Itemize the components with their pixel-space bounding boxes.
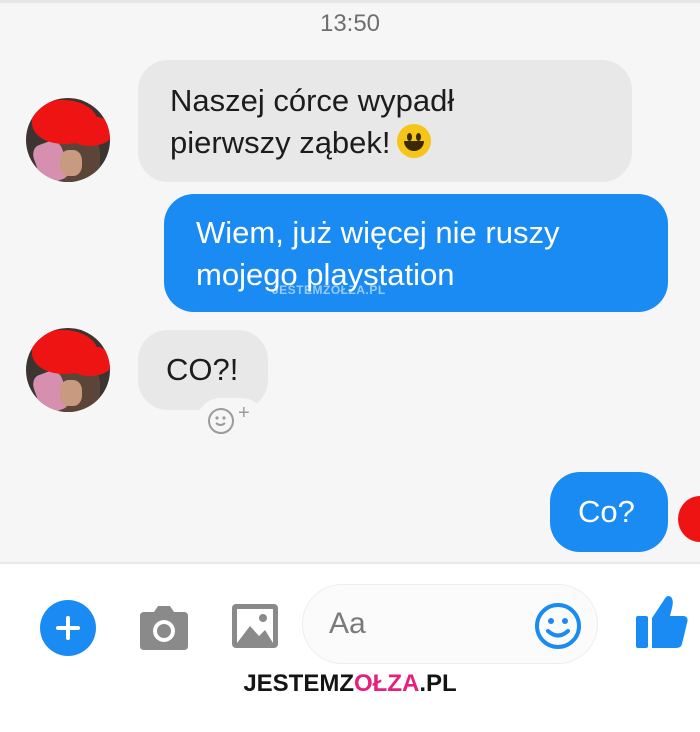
top-divider xyxy=(0,0,700,3)
message-line: Wiem, już więcej nie ruszy xyxy=(196,215,560,250)
seen-avatar xyxy=(678,496,700,542)
camera-icon[interactable] xyxy=(140,606,188,650)
avatar[interactable] xyxy=(26,98,110,182)
watermark-part: JESTEMZ xyxy=(243,670,354,697)
message-input-placeholder: Aa xyxy=(329,607,366,640)
watermark-overlay: JESTEMZOŁZA.PL xyxy=(272,283,386,297)
image-icon[interactable] xyxy=(232,604,278,648)
plus-small-icon: + xyxy=(238,402,250,424)
site-watermark: JESTEMZOŁZA.PL xyxy=(0,670,700,698)
add-reaction-button[interactable]: + xyxy=(196,398,266,448)
message-line: CO?! xyxy=(166,352,239,387)
plus-icon[interactable] xyxy=(40,600,96,656)
message-bubble-incoming[interactable]: CO?! xyxy=(138,330,268,410)
message-line: pierwszy ząbek! xyxy=(170,125,391,160)
timestamp: 13:50 xyxy=(319,10,381,37)
watermark-part: .PL xyxy=(419,670,457,697)
add-reaction-icon xyxy=(208,408,234,434)
message-bubble-outgoing[interactable]: Co? xyxy=(550,472,668,552)
avatar[interactable] xyxy=(26,328,110,412)
grinning-face-emoji-icon xyxy=(396,124,431,158)
message-line: Co? xyxy=(578,494,635,529)
composer-toolbar: Aa xyxy=(0,564,700,674)
message-line: Naszej córce wypadł xyxy=(170,83,455,118)
thumbs-up-icon[interactable] xyxy=(636,594,688,650)
smiley-icon[interactable] xyxy=(534,602,582,650)
watermark-logo-part: OŁZA xyxy=(354,670,420,697)
chat-area: 13:50 Naszej córce wypadł pierwszy ząbek… xyxy=(0,0,700,562)
message-line: mojego playstation xyxy=(196,257,455,292)
message-bubble-incoming[interactable]: Naszej córce wypadł pierwszy ząbek! xyxy=(138,60,632,182)
message-bubble-outgoing[interactable]: Wiem, już więcej nie ruszy mojego playst… xyxy=(164,194,668,312)
